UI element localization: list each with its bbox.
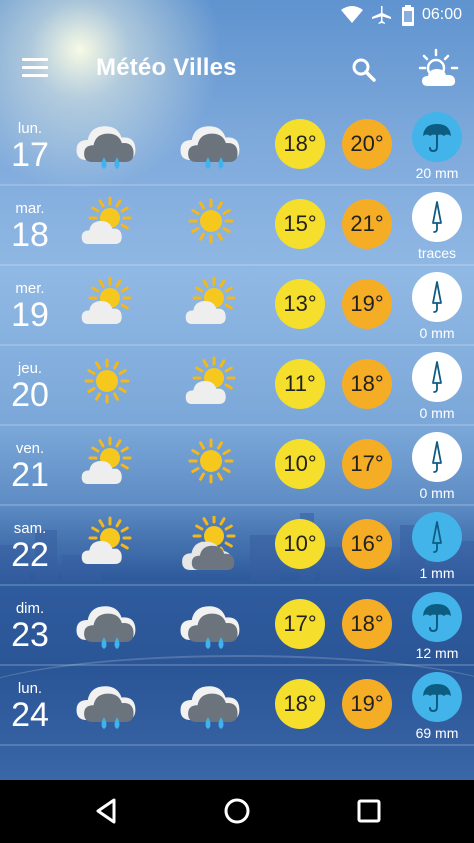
sun-dark-cloud-icon [180, 514, 242, 572]
rain-amount: 0 mm [419, 405, 455, 421]
app-bar: Météo Villes [0, 38, 474, 98]
temp-max: 19° [342, 279, 392, 329]
closed-umbrella-icon [412, 352, 462, 402]
umbrella-icon [412, 592, 462, 642]
sun-cloud-icon [76, 276, 138, 332]
rain-cloud-icon [76, 116, 138, 172]
rain-cloud-icon [180, 116, 242, 172]
battery-icon [402, 5, 414, 26]
search-icon[interactable] [350, 56, 378, 84]
temp-min: 18° [275, 119, 325, 169]
temp-min: 10° [275, 519, 325, 569]
day-date: 21 [11, 456, 49, 494]
temp-max: 17° [342, 439, 392, 489]
forecast-row[interactable]: sam. 22 10° 16° 1 mm [0, 506, 474, 586]
forecast-row[interactable]: mar. 18 15° 21° traces [0, 186, 474, 266]
app-title: Météo Villes [96, 54, 237, 81]
rain-cloud-icon [76, 596, 138, 652]
temp-max: 18° [342, 359, 392, 409]
day-date: 20 [11, 376, 49, 414]
temp-min: 15° [275, 199, 325, 249]
rain-amount: 69 mm [415, 725, 459, 741]
sun-icon [180, 196, 242, 252]
day-name: sam. [13, 520, 47, 537]
back-icon[interactable] [92, 796, 122, 826]
forecast-row[interactable]: lun. 24 18° 19° 69 mm [0, 666, 474, 746]
airplane-mode-icon [372, 6, 391, 24]
rain-cloud-icon [180, 596, 242, 652]
day-name: lun. [17, 120, 43, 137]
clock: 06:00 [421, 6, 462, 23]
temp-min: 11° [275, 359, 325, 409]
day-name: mer. [15, 280, 45, 297]
rain-amount: 0 mm [419, 485, 455, 501]
rain-amount: 0 mm [419, 325, 455, 341]
forecast-row[interactable]: dim. 23 17° 18° 12 mm [0, 586, 474, 666]
day-name: lun. [17, 680, 43, 697]
app-screen: 06:00 Météo Villes lun. 17 18° 20° 20 mm mar.… [0, 0, 474, 780]
temp-min: 18° [275, 679, 325, 729]
temp-max: 19° [342, 679, 392, 729]
sun-cloud-icon [180, 356, 242, 412]
rain-amount: traces [417, 245, 457, 261]
day-name: mar. [15, 200, 45, 217]
sun-icon [180, 436, 242, 492]
rain-amount: 12 mm [415, 645, 459, 661]
forecast-row[interactable]: lun. 17 18° 20° 20 mm [0, 106, 474, 186]
rain-amount: 1 mm [419, 565, 455, 581]
day-date: 23 [11, 616, 49, 654]
umbrella-icon [412, 112, 462, 162]
temp-max: 18° [342, 599, 392, 649]
rain-amount: 20 mm [415, 165, 459, 181]
sun-cloud-icon[interactable] [414, 48, 462, 92]
temp-min: 13° [275, 279, 325, 329]
recents-icon[interactable] [354, 796, 384, 826]
temp-min: 17° [275, 599, 325, 649]
day-name: dim. [15, 600, 45, 617]
forecast-list: lun. 17 18° 20° 20 mm mar. 18 15° 21° traces mer. 1… [0, 106, 474, 746]
closed-umbrella-icon [412, 512, 462, 562]
sun-cloud-icon [180, 276, 242, 332]
temp-max: 21° [342, 199, 392, 249]
sun-cloud-icon [76, 516, 138, 572]
sun-cloud-icon [76, 436, 138, 492]
day-date: 17 [11, 136, 49, 174]
home-icon[interactable] [222, 796, 252, 826]
temp-min: 10° [275, 439, 325, 489]
day-name: ven. [15, 440, 45, 457]
umbrella-icon [412, 672, 462, 722]
menu-icon[interactable] [22, 58, 50, 80]
day-name: jeu. [17, 360, 43, 377]
closed-umbrella-icon [412, 272, 462, 322]
rain-cloud-icon [180, 676, 242, 732]
forecast-row[interactable]: mer. 19 13° 19° 0 mm [0, 266, 474, 346]
sun-icon [76, 356, 138, 412]
temp-max: 16° [342, 519, 392, 569]
forecast-row[interactable]: jeu. 20 11° 18° 0 mm [0, 346, 474, 426]
rain-cloud-icon [76, 676, 138, 732]
day-date: 22 [11, 536, 49, 574]
day-date: 18 [11, 216, 49, 254]
sun-cloud-icon [76, 196, 138, 252]
closed-umbrella-icon [412, 432, 462, 482]
temp-max: 20° [342, 119, 392, 169]
status-bar: 06:00 [0, 0, 474, 30]
navigation-bar [0, 780, 474, 843]
day-date: 19 [11, 296, 49, 334]
closed-umbrella-icon [412, 192, 462, 242]
day-date: 24 [11, 696, 49, 734]
wifi-icon [341, 6, 363, 23]
forecast-row[interactable]: ven. 21 10° 17° 0 mm [0, 426, 474, 506]
